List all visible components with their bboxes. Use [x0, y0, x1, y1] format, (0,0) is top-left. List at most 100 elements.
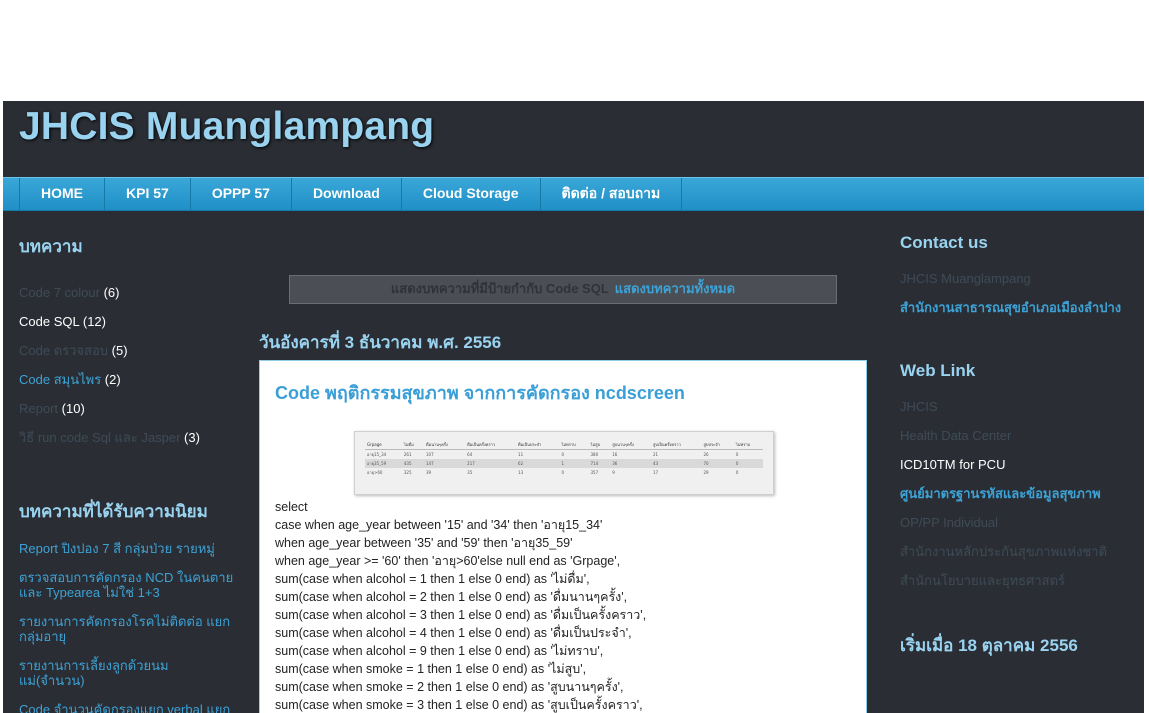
label-link[interactable]: Code SQL [19, 314, 79, 329]
label-link[interactable]: Code ตรวจสอบ [19, 343, 108, 358]
table-cell: 0 [735, 470, 739, 475]
table-cell: 380 [590, 452, 599, 457]
table-row: อายุ>60 325 39 35 13 0 357 9 17 29 0 [365, 468, 763, 477]
result-table: Grpage ไม่ดื่ม ดื่มนานๆครั้ง ดื่มเป็นครั… [365, 440, 763, 477]
table-header-cell: สูบประจำ [701, 440, 734, 450]
label-item[interactable]: Code SQL (12) [19, 307, 234, 336]
nav-oppp-57[interactable]: OPPP 57 [191, 178, 292, 210]
labels-heading: บทความ [19, 237, 83, 256]
code-line: sum(case when smoke = 3 then 1 else 0 en… [275, 698, 643, 712]
label-link[interactable]: Code สมุนไพร [19, 372, 101, 387]
code-line: sum(case when smoke = 1 then 1 else 0 en… [275, 662, 587, 676]
table-header-cell: ไม่ดื่ม [401, 440, 424, 450]
table-cell: 0 [561, 470, 565, 475]
code-line: select [275, 500, 308, 514]
label-count: (2) [104, 372, 121, 387]
label-link[interactable]: Report [19, 401, 58, 416]
table-cell: 325 [403, 470, 412, 475]
nav-kpi-57[interactable]: KPI 57 [105, 178, 191, 210]
label-item[interactable]: Code สมุนไพร (2) [19, 365, 234, 394]
nav-download[interactable]: Download [292, 178, 402, 210]
label-item[interactable]: Code 7 colour (6) [19, 278, 234, 307]
table-cell: 64 [467, 452, 473, 457]
web-link[interactable]: Health Data Center [900, 428, 1130, 443]
nav-items: HOME KPI 57 OPPP 57 Download Cloud Stora… [19, 178, 683, 210]
table-cell: 62 [516, 459, 560, 468]
post-code-body: select case when age_year between '15' a… [275, 498, 646, 713]
nav-home[interactable]: HOME [20, 178, 105, 210]
web-link-list: JHCIS Health Data Center ICD10TM for PCU… [900, 399, 1130, 588]
table-cell: 36 [610, 459, 651, 468]
post: Code พฤติกรรมสุขภาพ จากการคัดกรอง ncdscr… [259, 360, 867, 713]
popular-post-link[interactable]: รายงานการเลี้ยงลูกด้วยนมแม่(จำนวน) [19, 658, 234, 688]
blog-outer: JHCIS Muanglampang HOME KPI 57 OPPP 57 D… [3, 101, 1144, 713]
code-line: when age_year >= '60' then 'อายุ>60'else… [275, 554, 621, 568]
table-cell: 35 [467, 470, 473, 475]
code-line: sum(case when alcohol = 9 then 1 else 0 … [275, 644, 604, 658]
labels-list: Code 7 colour (6) Code SQL (12) Code ตรว… [19, 278, 234, 452]
label-count: (6) [103, 285, 120, 300]
popular-heading: บทความที่ได้รับความนิยม [19, 502, 208, 521]
label-item[interactable]: Report (10) [19, 394, 234, 423]
table-cell: 261 [403, 452, 412, 457]
post-title[interactable]: Code พฤติกรรมสุขภาพ จากการคัดกรอง ncdscr… [275, 378, 685, 407]
table-header-cell: ไม่ทราบ [733, 440, 763, 450]
table-cell: 435 [401, 459, 424, 468]
show-all-posts-link[interactable]: แสดงบทความทั้งหมด [615, 281, 735, 296]
popular-post-link[interactable]: Report ปิงปอง 7 สี กลุ่มป่วย รายหมู่ [19, 541, 234, 556]
popular-post-link[interactable]: Code จำนวนคัดกรองแยก verbal แยกกลุ่มสี แ… [19, 702, 234, 713]
label-item[interactable]: Code ตรวจสอบ (5) [19, 336, 234, 365]
web-link[interactable]: สำนักนโยบายและยุทธศาสตร์ [900, 573, 1130, 588]
table-header-cell: ดื่มเป็นครั้งคราว [465, 440, 517, 450]
web-link[interactable]: JHCIS [900, 399, 1130, 414]
table-cell: อายุ>60 [367, 470, 383, 475]
table-cell: อายุ35_59 [365, 459, 402, 468]
nav-bar: HOME KPI 57 OPPP 57 Download Cloud Stora… [3, 177, 1144, 211]
table-header-cell: สูบนานๆครั้ง [610, 440, 651, 450]
contact-list: JHCIS Muanglampang สำนักงานสาธารณสุขอำเภ… [900, 271, 1130, 315]
table-cell: อายุ15_34 [367, 452, 387, 457]
table-cell: 16 [612, 452, 618, 457]
contact-link[interactable]: สำนักงานสาธารณสุขอำเภอเมืองลำปาง [900, 300, 1130, 315]
label-item[interactable]: วิธี run code Sql และ Jasper (3) [19, 423, 234, 452]
table-cell: 217 [465, 459, 517, 468]
blog-title[interactable]: JHCIS Muanglampang [19, 105, 434, 149]
code-line: case when age_year between '15' and '34'… [275, 518, 603, 532]
table-cell: 107 [425, 452, 434, 457]
contact-heading: Contact us [900, 233, 988, 252]
web-link[interactable]: ศูนย์มาตรฐานรหัสและข้อมูลสุขภาพ [900, 486, 1130, 501]
contact-link[interactable]: JHCIS Muanglampang [900, 271, 1130, 286]
table-row: อายุ15_34 261 107 64 11 0 380 16 21 26 0 [365, 450, 763, 460]
table-cell: 714 [588, 459, 611, 468]
table-header-cell: ไม่สูบ [588, 440, 611, 450]
table-cell: 17 [652, 470, 659, 475]
label-link[interactable]: Code 7 colour [19, 285, 100, 300]
table-cell: 29 [703, 470, 709, 475]
web-link[interactable]: OP/PP Individual [900, 515, 1130, 530]
table-header-row: Grpage ไม่ดื่ม ดื่มนานๆครั้ง ดื่มเป็นครั… [365, 440, 763, 450]
popular-list: Report ปิงปอง 7 สี กลุ่มป่วย รายหมู่ ตรว… [19, 541, 234, 713]
nav-contact[interactable]: ติดต่อ / สอบถาม [541, 178, 683, 210]
web-link[interactable]: สำนักงานหลักประกันสุขภาพแห่งชาติ [900, 544, 1130, 559]
table-header-cell: Grpage [365, 440, 402, 450]
table-row: อายุ35_59 435 147 217 62 1 714 36 43 70 … [365, 459, 763, 468]
label-count: (10) [61, 401, 85, 416]
post-result-image[interactable]: Grpage ไม่ดื่ม ดื่มนานๆครั้ง ดื่มเป็นครั… [354, 431, 774, 495]
label-link[interactable]: วิธี run code Sql และ Jasper [19, 430, 180, 445]
table-header-cell: ดื่มเป็นประจำ [516, 440, 560, 450]
status-text: แสดงบทความที่มีป้ายกำกับ Code SQL [390, 281, 609, 296]
web-link[interactable]: ICD10TM for PCU [900, 457, 1130, 472]
table-header-cell: ดื่มนานๆครั้ง [423, 440, 466, 450]
table-cell: 0 [735, 452, 739, 457]
popular-post-link[interactable]: ตรวจสอบการคัดกรอง NCD ในคนตาย และ Typear… [19, 570, 234, 600]
code-line: sum(case when alcohol = 2 then 1 else 0 … [275, 590, 628, 604]
label-count: (3) [184, 430, 200, 445]
table-cell: 357 [590, 470, 599, 475]
code-line: sum(case when smoke = 2 then 1 else 0 en… [275, 680, 624, 694]
web-link-heading: Web Link [900, 361, 976, 380]
label-count: (5) [111, 343, 128, 358]
table-cell: 39 [425, 470, 432, 475]
popular-post-link[interactable]: รายงานการคัดกรองโรคไม่ติดต่อ แยกกลุ่มอาย… [19, 614, 234, 644]
nav-cloud-storage[interactable]: Cloud Storage [402, 178, 541, 210]
code-line: sum(case when alcohol = 4 then 1 else 0 … [275, 626, 632, 640]
